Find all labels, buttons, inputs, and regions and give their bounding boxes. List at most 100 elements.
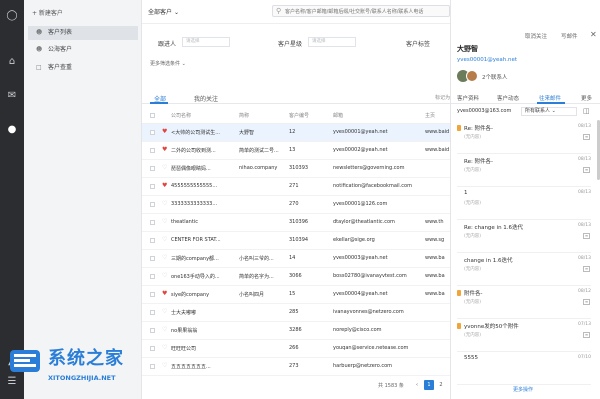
mail-icon[interactable]: ✉	[6, 90, 18, 102]
tab-my-follow[interactable]: 我的关注	[194, 94, 218, 103]
table-row[interactable]: ♥ 4555555555555... 271 notification@faceboo…	[142, 178, 450, 196]
contact-avatars[interactable]	[457, 70, 478, 82]
col-homepage[interactable]: 主页	[425, 112, 449, 119]
email-item[interactable]: yvonne发的50个附件 (无内容) 07/13 ≡	[457, 318, 591, 352]
customer-no-cell: 271	[289, 183, 299, 189]
contacts-count[interactable]: 2个联系人	[482, 73, 508, 81]
heart-icon[interactable]: ♡	[162, 164, 167, 171]
tab-emails[interactable]: 往来邮件	[539, 94, 561, 102]
list-tabs: 全部 我的关注 标记为	[142, 92, 450, 104]
heart-icon[interactable]: ♡	[162, 254, 167, 261]
table-row[interactable]: ♡ 士大夫嘟嘟 285 ivanayvonnes@netzero.com	[142, 304, 450, 322]
tab-customer-activity[interactable]: 客户动态	[497, 94, 519, 102]
page-2[interactable]: 2	[436, 380, 446, 390]
table-row[interactable]: ♡ 3333333333333... 270 yves00001@126.com	[142, 196, 450, 214]
select-all-checkbox[interactable]	[150, 113, 155, 118]
email-item[interactable]: 5555 07/10	[457, 351, 591, 385]
search-box[interactable]: ⚲	[272, 5, 450, 17]
row-checkbox[interactable]	[150, 166, 155, 171]
more-actions-link[interactable]: 更多操作	[513, 386, 533, 393]
subnav-item-duplicate-check[interactable]: □ 客户查重	[28, 61, 138, 75]
row-checkbox[interactable]	[150, 310, 155, 315]
row-checkbox[interactable]	[150, 184, 155, 189]
email-item[interactable]: Re: change in 1.6迭代 (无内容) 08/13 ≡	[457, 219, 591, 253]
page-1[interactable]: 1	[424, 380, 434, 390]
row-checkbox[interactable]	[150, 130, 155, 135]
bulb-icon[interactable]: ◯	[6, 10, 18, 22]
tab-more[interactable]: 更多	[581, 94, 592, 102]
customer-no-cell: 273	[289, 363, 299, 369]
active-tab-indicator	[150, 102, 168, 104]
heart-icon[interactable]: ♡	[162, 236, 167, 243]
new-customer-button[interactable]: + 新建客户	[32, 8, 63, 17]
subnav-item-customer-list[interactable]: ☻ 客户列表	[28, 26, 138, 40]
watermark-logo	[10, 350, 40, 372]
row-checkbox[interactable]	[150, 238, 155, 243]
heart-icon[interactable]: ♡	[162, 272, 167, 279]
col-customer-no[interactable]: 客户编号	[289, 112, 331, 119]
heart-icon[interactable]: ♥	[162, 290, 167, 297]
table-row[interactable]: ♡ 旺旺旺公司 266 youqan@service.netease.com	[142, 340, 450, 358]
short-name-cell: 小名叫四月	[239, 292, 265, 298]
table-row[interactable]: ♡ theatlantic 310396 dtaylor@theatlantic.co…	[142, 214, 450, 232]
home-icon[interactable]: ⌂	[6, 56, 18, 68]
row-checkbox[interactable]	[150, 148, 155, 153]
company-name-cell: no果果翁翁	[171, 328, 198, 334]
table-row[interactable]: ♥ <大帅的公司测试生... 大野智 12 yves00001@yeah.net www.…	[142, 124, 450, 142]
row-checkbox[interactable]	[150, 292, 155, 297]
heart-icon[interactable]: ♥	[162, 128, 167, 135]
creator-filter-select[interactable]: 请选择	[182, 37, 230, 47]
tab-customer-info[interactable]: 客户资料	[457, 94, 479, 102]
trash-icon[interactable]: ◫	[583, 107, 590, 115]
table-row[interactable]: ♡ one163手动导入的... 简单的名字为... 3066 boss02780@iv…	[142, 268, 450, 286]
heart-icon[interactable]: ♡	[162, 308, 167, 315]
email-item[interactable]: Re: 附件各- (无内容) 08/13 ≡	[457, 120, 591, 154]
tag-icon	[457, 125, 461, 131]
table-row[interactable]: ♡ 琵琶偶像眼睛妈... nihao.company 310393 newsletter…	[142, 160, 450, 178]
email-item[interactable]: change in 1.6迭代 (无内容) 08/13 ≡	[457, 252, 591, 286]
cancel-follow-button[interactable]: 取消关注	[525, 32, 547, 40]
write-email-button[interactable]: 写邮件	[561, 32, 578, 40]
email-filter: yves00003@163.com 所有联系人 ⌄ ◫	[457, 107, 595, 117]
heart-icon[interactable]: ♥	[162, 182, 167, 189]
row-checkbox[interactable]	[150, 274, 155, 279]
level-filter-select[interactable]: 请选择	[308, 37, 356, 47]
table-row[interactable]: ♡ 三期的company都... 小名叫三爷的... 14 yves00003@yeah…	[142, 250, 450, 268]
heart-icon[interactable]: ♡	[162, 218, 167, 225]
email-item[interactable]: 附件各- (无内容) 08/12 ≡	[457, 285, 591, 319]
customer-list-main: 全部客户 ⌄ ⚲ 跟进人 请选择 客户星级 请选择 客户标签 更多筛选条件 ⌄ …	[142, 0, 450, 399]
mark-as-button[interactable]: 标记为	[435, 94, 450, 101]
customer-email[interactable]: yves00001@yeah.net	[457, 57, 517, 63]
row-checkbox[interactable]	[150, 220, 155, 225]
subnav-item-public-customers[interactable]: ☻ 公海客户	[28, 43, 138, 57]
email-date: 08/13	[578, 157, 591, 162]
company-name-cell: 旺旺旺公司	[171, 346, 197, 352]
row-checkbox[interactable]	[150, 256, 155, 261]
heart-icon[interactable]: ♥	[162, 146, 167, 153]
prev-page-icon[interactable]: ‹	[412, 380, 422, 390]
mail-account-select[interactable]: yves00003@163.com	[457, 108, 511, 114]
row-checkbox[interactable]	[150, 202, 155, 207]
heart-icon[interactable]: ♡	[162, 200, 167, 207]
email-date: 08/13	[578, 256, 591, 261]
table-row[interactable]: ♥ siye的company 小名叫四月 15 yves00004@yeah.net ww…	[142, 286, 450, 304]
table-row[interactable]: ♥ 二外的公司收到测... 简单的测试二号... 13 yves00002@yeah.n…	[142, 142, 450, 160]
table-row[interactable]: ♡ no果果翁翁 3286 noreply@cisco.com	[142, 322, 450, 340]
table-header: 公司名称 简称 客户编号 邮箱 主页	[142, 108, 450, 124]
email-item[interactable]: Re: 附件各- (无内容) 08/13 ≡	[457, 153, 591, 187]
more-filters-toggle[interactable]: 更多筛选条件 ⌄	[150, 60, 186, 67]
table-row[interactable]: ♡ 五五五五五五五... 273 harbuerp@netzero.com	[142, 358, 450, 376]
scope-dropdown[interactable]: 全部客户 ⌄	[148, 7, 179, 16]
heart-icon[interactable]: ♡	[162, 326, 167, 333]
contact-scope-select[interactable]: 所有联系人 ⌄	[521, 107, 577, 116]
col-email[interactable]: 邮箱	[333, 112, 415, 119]
email-item[interactable]: 1 (无内容) 08/13	[457, 186, 591, 220]
company-name-cell: 二外的公司收到测...	[171, 148, 216, 154]
person-icon[interactable]: ●	[6, 124, 18, 136]
search-input[interactable]	[285, 7, 447, 16]
table-row[interactable]: ♡ CENTER FOR STAT... 310394 ekellar@sige.or…	[142, 232, 450, 250]
row-checkbox[interactable]	[150, 328, 155, 333]
close-icon[interactable]: ✕	[590, 30, 597, 39]
col-short-name[interactable]: 简称	[239, 112, 287, 119]
col-company-name[interactable]: 公司名称	[171, 112, 237, 119]
